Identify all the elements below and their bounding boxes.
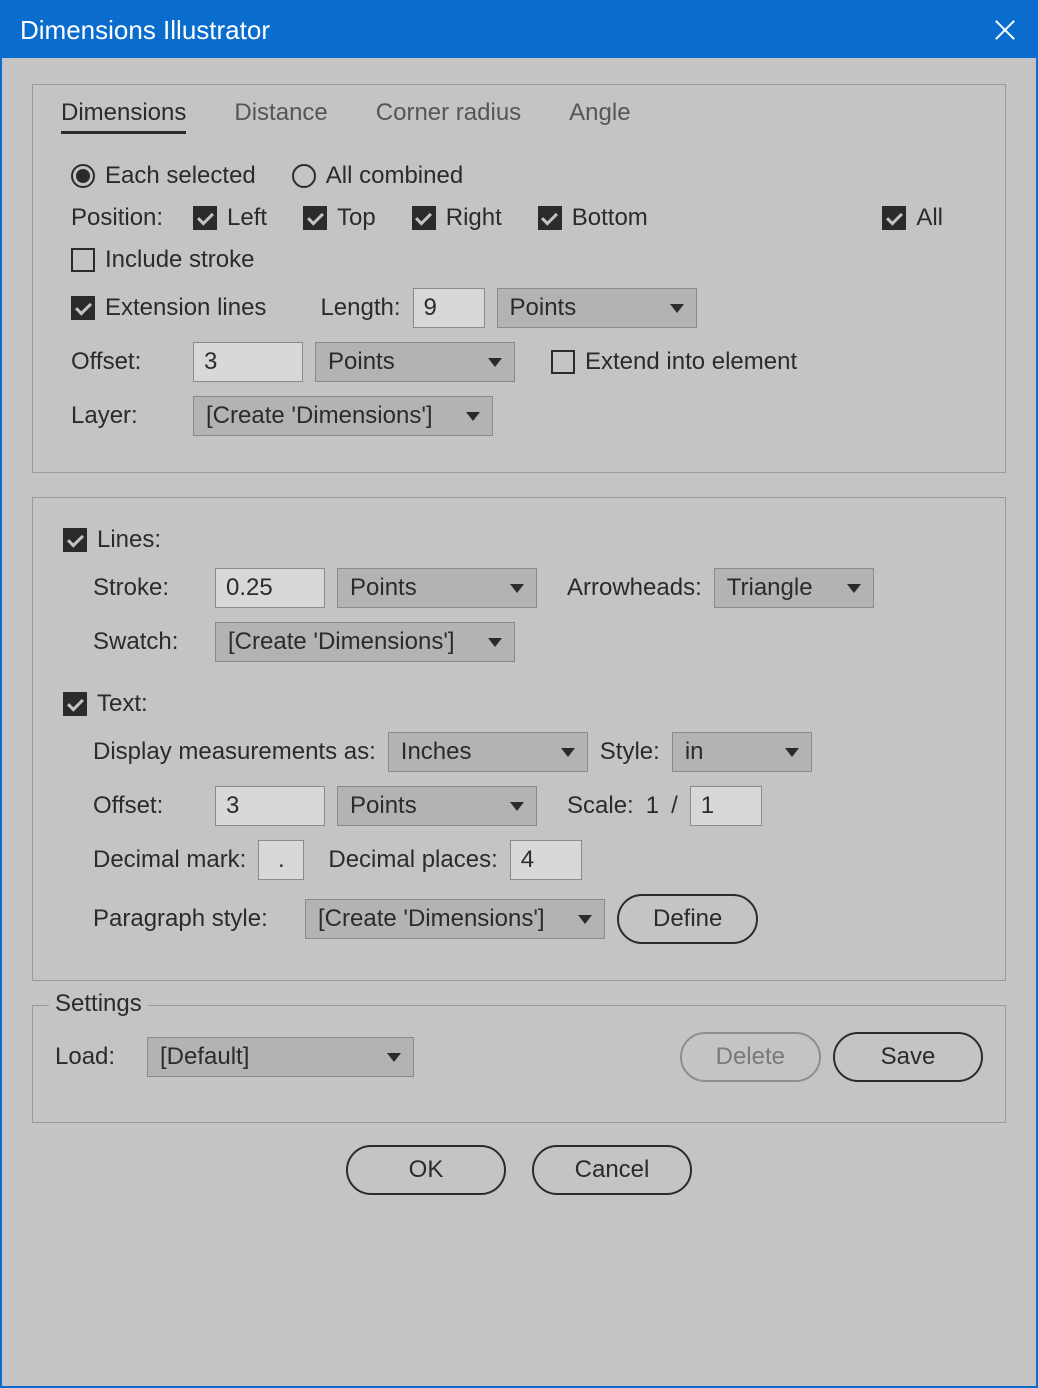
checkmark-icon — [63, 692, 87, 716]
define-button[interactable]: Define — [617, 894, 758, 944]
scale-slash: / — [671, 792, 678, 820]
checkbox-bottom[interactable]: Bottom — [538, 204, 648, 232]
radio-all-combined[interactable]: All combined — [292, 162, 463, 190]
style-label: Style: — [600, 738, 660, 766]
delete-button: Delete — [680, 1032, 821, 1082]
radio-label: All combined — [326, 162, 463, 190]
scale-numerator: 1 — [646, 792, 659, 820]
window-title: Dimensions Illustrator — [20, 15, 270, 46]
chevron-down-icon — [488, 358, 502, 367]
swatch-select[interactable]: [Create 'Dimensions'] — [215, 622, 515, 662]
tab-distance[interactable]: Distance — [234, 99, 327, 134]
chevron-down-icon — [847, 584, 861, 593]
decimal-places-label: Decimal places: — [328, 846, 497, 874]
paragraph-style-select[interactable]: [Create 'Dimensions'] — [305, 899, 605, 939]
tab-angle[interactable]: Angle — [569, 99, 630, 134]
checkmark-icon — [63, 528, 87, 552]
position-label: Position: — [71, 204, 181, 232]
offset-label: Offset: — [71, 348, 181, 376]
layer-label: Layer: — [71, 402, 181, 430]
chevron-down-icon — [387, 1053, 401, 1062]
chevron-down-icon — [510, 802, 524, 811]
radio-each-selected[interactable]: Each selected — [71, 162, 256, 190]
dimensions-panel: Dimensions Distance Corner radius Angle … — [32, 84, 1006, 473]
offset-unit-select[interactable]: Points — [315, 342, 515, 382]
checkbox-empty-icon — [71, 248, 95, 272]
settings-fieldset: Settings Load: [Default] Delete Save — [32, 1005, 1006, 1123]
display-as-select[interactable]: Inches — [388, 732, 588, 772]
stroke-unit-select[interactable]: Points — [337, 568, 537, 608]
radio-circle-icon — [292, 164, 316, 188]
scale-label: Scale: — [567, 792, 634, 820]
length-input[interactable] — [413, 288, 485, 328]
settings-legend: Settings — [49, 990, 148, 1018]
dialog-window: Dimensions Illustrator Dimensions Distan… — [0, 0, 1038, 1388]
save-button[interactable]: Save — [833, 1032, 983, 1082]
checkbox-text[interactable]: Text: — [63, 690, 148, 718]
chevron-down-icon — [510, 584, 524, 593]
radio-dot-icon — [71, 164, 95, 188]
checkmark-icon — [193, 206, 217, 230]
load-select[interactable]: [Default] — [147, 1037, 414, 1077]
text-offset-unit-select[interactable]: Points — [337, 786, 537, 826]
checkbox-top[interactable]: Top — [303, 204, 376, 232]
checkmark-icon — [303, 206, 327, 230]
tab-dimensions[interactable]: Dimensions — [61, 99, 186, 134]
scale-denominator-input[interactable] — [690, 786, 762, 826]
chevron-down-icon — [466, 412, 480, 421]
checkmark-icon — [412, 206, 436, 230]
chevron-down-icon — [561, 748, 575, 757]
decimal-mark-label: Decimal mark: — [93, 846, 246, 874]
length-unit-select[interactable]: Points — [497, 288, 697, 328]
chevron-down-icon — [578, 915, 592, 924]
checkbox-extend-into-element[interactable]: Extend into element — [551, 348, 797, 376]
style-select[interactable]: in — [672, 732, 812, 772]
close-icon[interactable] — [992, 17, 1018, 43]
stroke-label: Stroke: — [93, 574, 203, 602]
checkbox-extension-lines[interactable]: Extension lines — [71, 294, 266, 322]
load-label: Load: — [55, 1043, 135, 1071]
titlebar: Dimensions Illustrator — [2, 2, 1036, 58]
chevron-down-icon — [785, 748, 799, 757]
cancel-button[interactable]: Cancel — [532, 1145, 692, 1195]
tab-corner-radius[interactable]: Corner radius — [376, 99, 521, 134]
chevron-down-icon — [670, 304, 684, 313]
swatch-label: Swatch: — [93, 628, 203, 656]
footer-buttons: OK Cancel — [32, 1145, 1006, 1195]
checkmark-icon — [882, 206, 906, 230]
arrowheads-select[interactable]: Triangle — [714, 568, 874, 608]
text-offset-label: Offset: — [93, 792, 203, 820]
checkbox-all[interactable]: All — [882, 204, 943, 232]
content: Dimensions Distance Corner radius Angle … — [2, 58, 1036, 1215]
checkbox-include-stroke[interactable]: Include stroke — [71, 246, 254, 274]
stroke-input[interactable] — [215, 568, 325, 608]
length-label: Length: — [320, 294, 400, 322]
checkbox-right[interactable]: Right — [412, 204, 502, 232]
tabs: Dimensions Distance Corner radius Angle — [57, 99, 981, 134]
layer-select[interactable]: [Create 'Dimensions'] — [193, 396, 493, 436]
display-as-label: Display measurements as: — [93, 738, 376, 766]
checkmark-icon — [71, 296, 95, 320]
arrowheads-label: Arrowheads: — [567, 574, 702, 602]
decimal-mark-input[interactable] — [258, 840, 304, 880]
decimal-places-input[interactable] — [510, 840, 582, 880]
ok-button[interactable]: OK — [346, 1145, 506, 1195]
paragraph-style-label: Paragraph style: — [93, 905, 293, 933]
lines-text-panel: Lines: Stroke: Points Arrowheads: Triang… — [32, 497, 1006, 981]
radio-label: Each selected — [105, 162, 256, 190]
checkbox-empty-icon — [551, 350, 575, 374]
checkmark-icon — [538, 206, 562, 230]
offset-input[interactable] — [193, 342, 303, 382]
chevron-down-icon — [488, 638, 502, 647]
text-offset-input[interactable] — [215, 786, 325, 826]
checkbox-lines[interactable]: Lines: — [63, 526, 161, 554]
checkbox-left[interactable]: Left — [193, 204, 267, 232]
